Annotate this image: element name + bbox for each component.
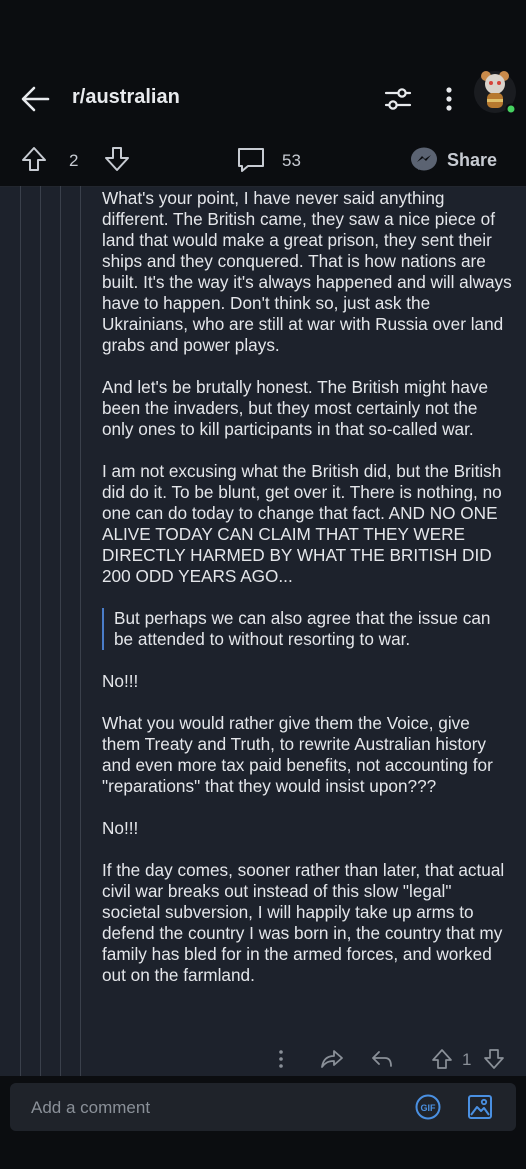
block-quote: But perhaps we can also agree that the i… bbox=[102, 608, 512, 650]
comment-downvote-icon[interactable] bbox=[483, 1048, 505, 1070]
status-bar bbox=[0, 0, 526, 64]
comment-placeholder: Add a comment bbox=[31, 1098, 151, 1117]
post-vote-count: 2 bbox=[69, 151, 79, 170]
comment-upvote-icon[interactable] bbox=[431, 1048, 453, 1070]
reply-icon[interactable] bbox=[370, 1048, 394, 1070]
messenger-icon[interactable] bbox=[409, 146, 439, 174]
comment-bubble-icon[interactable] bbox=[236, 146, 266, 174]
add-comment-input[interactable]: Add a comment GIF bbox=[10, 1083, 516, 1131]
comment-more-icon[interactable] bbox=[274, 1048, 288, 1070]
comment-paragraph: If the day comes, sooner rather than lat… bbox=[102, 860, 505, 985]
image-upload-icon[interactable] bbox=[467, 1094, 493, 1120]
user-avatar[interactable] bbox=[472, 66, 518, 115]
gif-icon[interactable]: GIF bbox=[415, 1094, 441, 1120]
comment-paragraph: What's your point, I have never said any… bbox=[102, 188, 512, 355]
thread-line bbox=[40, 186, 41, 1077]
comment-paragraph: I am not excusing what the British did, … bbox=[102, 461, 502, 586]
kebab-menu-icon[interactable] bbox=[437, 84, 461, 114]
upvote-icon[interactable] bbox=[20, 145, 48, 173]
sliders-icon[interactable] bbox=[383, 84, 413, 114]
thread-line bbox=[60, 186, 61, 1077]
comment-body: What's your point, I have never said any… bbox=[102, 188, 512, 1007]
share-button[interactable]: Share bbox=[447, 150, 497, 171]
gif-label: GIF bbox=[421, 1103, 437, 1113]
downvote-icon[interactable] bbox=[103, 145, 131, 173]
thread-line bbox=[80, 186, 81, 1077]
comment-paragraph: No!!! bbox=[102, 818, 139, 838]
comment-paragraph: No!!! bbox=[102, 671, 139, 691]
back-arrow-icon[interactable] bbox=[18, 84, 54, 114]
subreddit-title[interactable]: r/australian bbox=[72, 86, 180, 109]
comment-action-row: 1 bbox=[260, 1042, 526, 1076]
comment-paragraph: And let's be brutally honest. The Britis… bbox=[102, 377, 489, 439]
comment-vote-count: 1 bbox=[462, 1050, 472, 1069]
comment-count: 53 bbox=[282, 151, 301, 170]
comment-paragraph: What you would rather give them the Voic… bbox=[102, 713, 493, 796]
thread-line bbox=[20, 186, 21, 1077]
share-arrow-icon[interactable] bbox=[320, 1048, 344, 1070]
